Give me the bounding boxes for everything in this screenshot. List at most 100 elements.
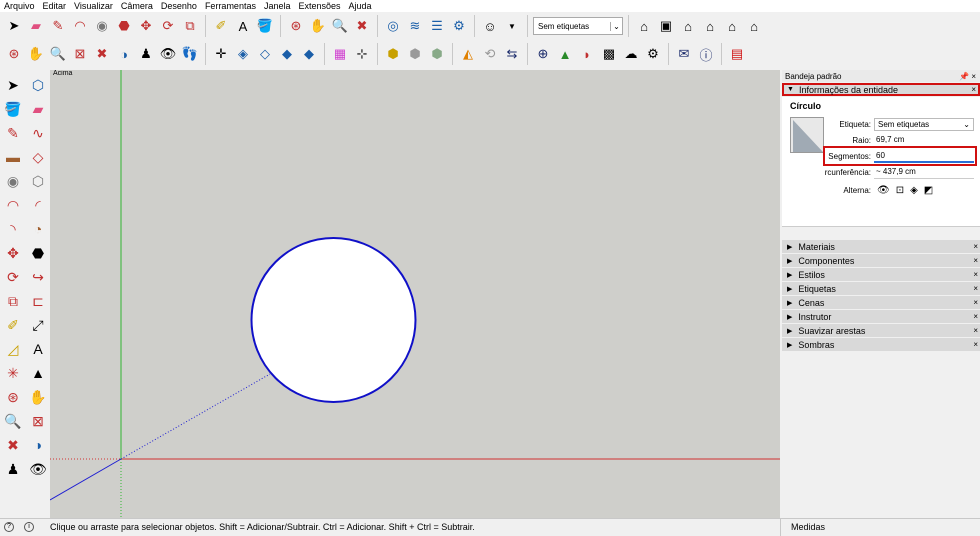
info-icon[interactable]: i — [24, 522, 34, 532]
pan-icon[interactable]: ✋ — [308, 16, 328, 36]
move-icon[interactable]: ✥ — [1, 242, 25, 264]
section-plane-icon[interactable]: ✛ — [211, 44, 231, 64]
push-pull-icon[interactable]: ⬣ — [114, 16, 134, 36]
iso-view-icon[interactable]: ⌂ — [634, 16, 654, 36]
eraser-icon[interactable]: ▰ — [26, 16, 46, 36]
look-around-icon[interactable]: 👁 — [26, 458, 50, 480]
user-account-icon[interactable]: ☺ — [480, 16, 500, 36]
axes-icon[interactable]: ⊹ — [352, 44, 372, 64]
rotate-icon[interactable]: ⟳ — [158, 16, 178, 36]
measurements-box[interactable]: Medidas — [780, 518, 980, 536]
etiqueta-dropdown[interactable]: Sem etiquetas ⌄ — [874, 117, 974, 131]
front-view-icon[interactable]: ⌂ — [678, 16, 698, 36]
select-tool-icon[interactable]: ➤ — [1, 74, 25, 96]
close-icon[interactable]: × — [973, 284, 978, 293]
panel-instrutor[interactable]: ▶ Instrutor × — [782, 310, 980, 323]
shaded-icon[interactable]: ◆ — [277, 44, 297, 64]
orbit-icon[interactable]: ⊛ — [1, 386, 25, 408]
info-icon[interactable]: ⓘ — [696, 44, 716, 64]
text-icon[interactable]: A — [233, 16, 253, 36]
menu-desenho[interactable]: Desenho — [161, 1, 197, 11]
arc-icon[interactable]: ◠ — [70, 16, 90, 36]
circle-tool-icon[interactable]: ◉ — [1, 170, 25, 192]
cast-shadow-icon[interactable]: ◈ — [910, 185, 918, 196]
receive-shadow-icon[interactable]: ◩ — [924, 185, 933, 196]
help-icon[interactable]: ? — [4, 522, 14, 532]
left-view-icon[interactable]: ⌂ — [744, 16, 764, 36]
mail-icon[interactable]: ✉ — [674, 44, 694, 64]
panel-materiais[interactable]: ▶ Materiais × — [782, 240, 980, 253]
close-icon[interactable]: × — [973, 340, 978, 349]
position-camera-icon[interactable]: ♟ — [1, 458, 25, 480]
segmentos-field[interactable]: 60 — [874, 150, 974, 163]
paint-bucket-icon[interactable]: 🪣 — [1, 98, 25, 120]
scale-icon[interactable]: ⧉ — [1, 290, 25, 312]
menu-ajuda[interactable]: Ajuda — [349, 1, 372, 11]
menu-janela[interactable]: Janela — [264, 1, 291, 11]
component-icon[interactable]: ⬢ — [383, 44, 403, 64]
close-icon[interactable]: × — [973, 242, 978, 251]
tape-measure-icon[interactable]: ✐ — [211, 16, 231, 36]
text-icon[interactable]: A — [26, 338, 50, 360]
checker-icon[interactable]: ▩ — [599, 44, 619, 64]
move-icon[interactable]: ✥ — [136, 16, 156, 36]
menu-camera[interactable]: Câmera — [121, 1, 153, 11]
follow-me-icon[interactable]: ↪ — [26, 266, 50, 288]
back-view-icon[interactable]: ⌂ — [722, 16, 742, 36]
make-component-icon[interactable]: ⬢ — [427, 44, 447, 64]
freehand-icon[interactable]: ∿ — [26, 122, 50, 144]
close-icon[interactable]: × — [971, 85, 976, 94]
panel-estilos[interactable]: ▶ Estilos × — [782, 268, 980, 281]
tape-measure-icon[interactable]: ✐ — [1, 314, 25, 336]
select-tool-icon[interactable]: ➤ — [4, 16, 24, 36]
brick-icon[interactable]: ▤ — [727, 44, 747, 64]
two-point-arc-icon[interactable]: ◜ — [26, 194, 50, 216]
extension-manager-icon[interactable]: ⚙ — [449, 16, 469, 36]
polygon-icon[interactable]: ⬡ — [26, 170, 50, 192]
arc-icon[interactable]: ◠ — [1, 194, 25, 216]
orbit-icon[interactable]: ⊛ — [286, 16, 306, 36]
rotated-rectangle-icon[interactable]: ◇ — [26, 146, 50, 168]
menu-ferramentas[interactable]: Ferramentas — [205, 1, 256, 11]
raio-field[interactable]: 69,7 cm — [874, 134, 974, 147]
zoom-window-icon[interactable]: ⊠ — [70, 44, 90, 64]
drawing-viewport[interactable]: Acima — [50, 70, 780, 518]
rotate-icon[interactable]: ⟳ — [1, 266, 25, 288]
visible-eye-icon[interactable]: 👁 — [877, 185, 890, 196]
menu-visualizar[interactable]: Visualizar — [74, 1, 113, 11]
settings-icon[interactable]: ⚙ — [643, 44, 663, 64]
scale-icon[interactable]: ⧉ — [180, 16, 200, 36]
panel-etiquetas[interactable]: ▶ Etiquetas × — [782, 282, 980, 295]
pan-icon[interactable]: ✋ — [26, 386, 50, 408]
panel-suavizar-arestas[interactable]: ▶ Suavizar arestas × — [782, 324, 980, 337]
close-icon[interactable]: × — [973, 298, 978, 307]
orbit-icon[interactable]: ⊛ — [4, 44, 24, 64]
zoom-icon[interactable]: 🔍 — [330, 16, 350, 36]
pie-icon[interactable]: ◔ — [26, 218, 50, 240]
materials-icon[interactable]: ▦ — [330, 44, 350, 64]
position-camera-icon[interactable]: ♟ — [136, 44, 156, 64]
paint-bucket-icon[interactable]: 🪣 — [255, 16, 275, 36]
wireframe-icon[interactable]: ◇ — [255, 44, 275, 64]
warehouse-icon[interactable]: ◎ — [383, 16, 403, 36]
layers-icon[interactable]: ☰ — [427, 16, 447, 36]
circle-tool-icon[interactable]: ◉ — [92, 16, 112, 36]
lock-icon[interactable]: ⊡ — [896, 185, 904, 196]
top-view-icon[interactable]: ▣ — [656, 16, 676, 36]
tag-select[interactable]: Sem etiquetas ⌄ — [533, 17, 623, 35]
extension-warehouse-icon[interactable]: ≋ — [405, 16, 425, 36]
rectangle-icon[interactable]: ▬ — [1, 146, 25, 168]
menu-extensoes[interactable]: Extensões — [299, 1, 341, 11]
chevron-down-icon[interactable]: ▼ — [502, 16, 522, 36]
pencil-line-icon[interactable]: ✎ — [1, 122, 25, 144]
panel-componentes[interactable]: ▶ Componentes × — [782, 254, 980, 267]
export-icon[interactable]: ⇆ — [502, 44, 522, 64]
walk-icon[interactable]: 👣 — [180, 44, 200, 64]
pencil-line-icon[interactable]: ✎ — [48, 16, 68, 36]
tree-icon[interactable]: ▲ — [555, 44, 575, 64]
zoom-extents-icon[interactable]: ✖ — [92, 44, 112, 64]
push-pull-icon[interactable]: ⬣ — [26, 242, 50, 264]
right-view-icon[interactable]: ⌂ — [700, 16, 720, 36]
3d-text-icon[interactable]: ▲ — [26, 362, 50, 384]
layout-icon[interactable]: ◭ — [458, 44, 478, 64]
